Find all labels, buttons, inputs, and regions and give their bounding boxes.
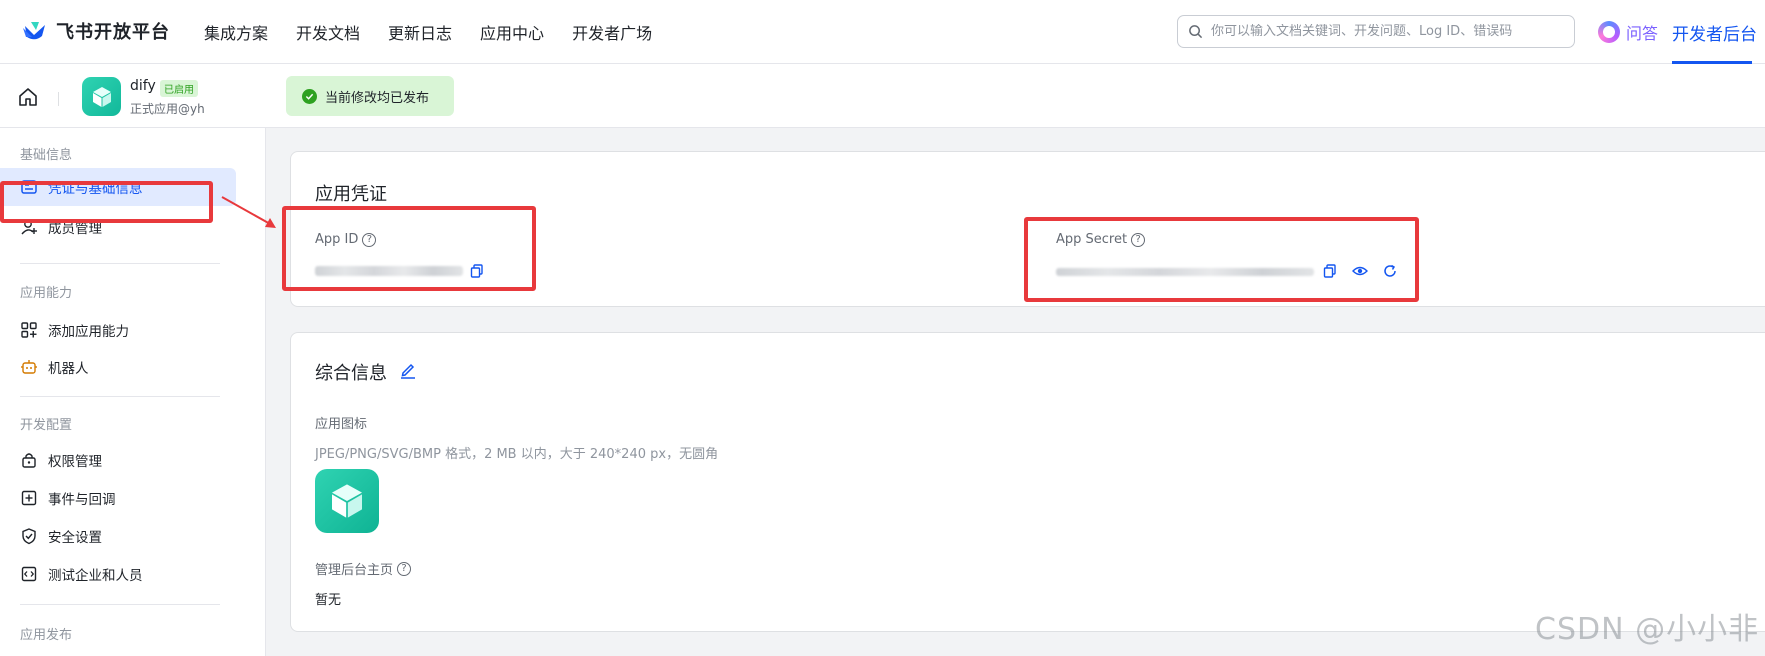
nav-item-solutions[interactable]: 集成方案 <box>204 20 268 44</box>
robot-icon <box>21 360 37 374</box>
ask-button[interactable]: 问答 <box>1598 20 1658 44</box>
sidebar-item-test-tenant[interactable]: 测试企业和人员 <box>20 564 143 584</box>
general-info-title: 综合信息 <box>315 363 387 384</box>
search-box[interactable] <box>1177 15 1575 48</box>
annotation-box-app-id <box>282 206 536 291</box>
annotation-box-sidebar <box>0 181 213 223</box>
divider <box>20 396 220 397</box>
nav-item-docs[interactable]: 开发文档 <box>296 20 360 44</box>
app-subtitle: 正式应用@yh <box>130 102 205 116</box>
sidebar-item-label: 安全设置 <box>48 530 102 546</box>
annotation-box-app-secret <box>1024 217 1419 302</box>
sidebar-group-release: 应用发布 <box>20 628 73 643</box>
main-menu: 集成方案 开发文档 更新日志 应用中心 开发者广场 <box>204 20 652 44</box>
event-icon <box>21 490 37 506</box>
nav-item-app-center[interactable]: 应用中心 <box>480 20 544 44</box>
help-icon[interactable]: ? <box>397 561 412 576</box>
nav-item-changelog[interactable]: 更新日志 <box>388 20 452 44</box>
search-icon <box>1189 25 1203 39</box>
sidebar-item-label: 机器人 <box>48 361 89 377</box>
sidebar-group-dev-config: 开发配置 <box>20 418 73 433</box>
app-icon-preview[interactable] <box>315 469 379 533</box>
ai-orb-icon <box>1598 21 1620 43</box>
sidebar-item-events[interactable]: 事件与回调 <box>20 488 116 508</box>
divider <box>20 604 220 605</box>
developer-console-link[interactable]: 开发者后台 <box>1672 20 1757 45</box>
sidebar-item-label: 添加应用能力 <box>48 324 129 340</box>
credentials-title: 应用凭证 <box>315 184 387 205</box>
grid-add-icon <box>21 322 37 338</box>
sidebar-item-label: 事件与回调 <box>48 492 116 508</box>
shield-icon <box>22 528 36 545</box>
app-icon-hint: JPEG/PNG/SVG/BMP 格式，2 MB 以内，大于 240*240 p… <box>315 447 719 462</box>
sidebar-item-label: 测试企业和人员 <box>48 568 143 584</box>
homepage-label: 管理后台主页 ? <box>315 559 412 578</box>
sidebar-item-robot[interactable]: 机器人 <box>20 357 89 377</box>
publish-status-banner: 当前修改均已发布 <box>286 76 454 116</box>
sidebar-item-security[interactable]: 安全设置 <box>20 526 102 546</box>
check-circle-icon <box>302 88 317 104</box>
sidebar-item-permissions[interactable]: 权限管理 <box>20 450 102 470</box>
home-icon[interactable] <box>17 86 39 108</box>
annotation-arrow <box>221 196 276 228</box>
app-avatar[interactable] <box>82 77 121 116</box>
app-header: dify 已启用 正式应用@yh 当前修改均已发布 <box>0 64 1765 128</box>
divider <box>58 92 59 106</box>
edit-icon[interactable] <box>399 361 417 379</box>
sidebar-item-label: 权限管理 <box>48 454 102 470</box>
ask-label: 问答 <box>1626 24 1659 43</box>
watermark: CSDN @小小非 <box>1535 612 1760 647</box>
sidebar-group-basic: 基础信息 <box>20 148 73 163</box>
brand-name: 飞书开放平台 <box>56 22 170 43</box>
sidebar-item-add-capability[interactable]: 添加应用能力 <box>20 320 129 340</box>
sidebar-group-capabilities: 应用能力 <box>20 286 73 301</box>
lock-icon <box>22 453 36 468</box>
top-navigation: 飞书开放平台 集成方案 开发文档 更新日志 应用中心 开发者广场 问答 开发者后… <box>0 0 1765 64</box>
homepage-value: 暂无 <box>315 593 342 608</box>
code-icon <box>21 566 37 582</box>
app-name: dify <box>130 78 156 94</box>
general-info-card: 综合信息 应用图标 JPEG/PNG/SVG/BMP 格式，2 MB 以内，大于… <box>290 332 1765 632</box>
feishu-logo-icon <box>23 22 45 40</box>
status-badge: 已启用 <box>160 80 198 97</box>
brand[interactable]: 飞书开放平台 <box>22 18 170 44</box>
cube-icon <box>92 86 111 107</box>
search-input[interactable] <box>1211 24 1574 39</box>
cube-icon <box>332 484 362 518</box>
app-icon-label: 应用图标 <box>315 417 368 432</box>
homepage-label-text: 管理后台主页 <box>315 563 394 578</box>
nav-item-dev-square[interactable]: 开发者广场 <box>572 20 652 44</box>
divider <box>20 263 220 264</box>
publish-status-text: 当前修改均已发布 <box>325 90 430 106</box>
